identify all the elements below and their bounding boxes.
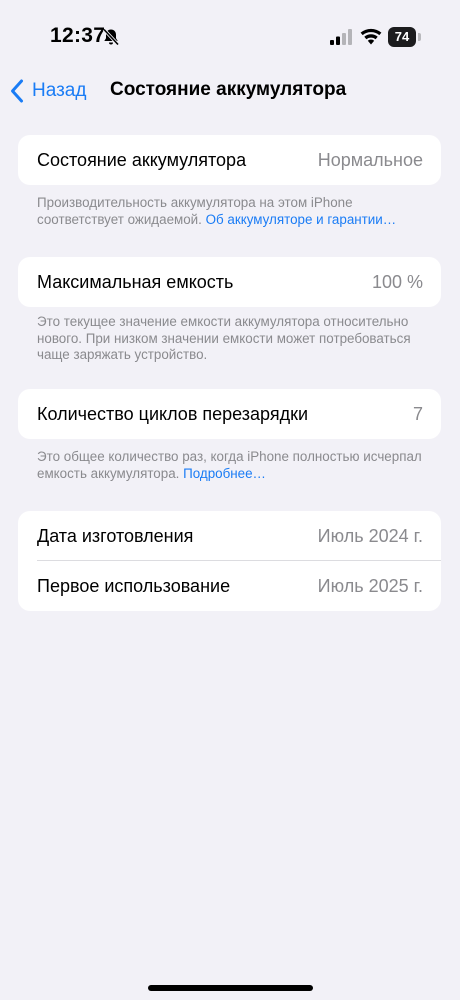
cellular-signal-icon — [330, 29, 352, 45]
status-bar: 12:37 74 — [0, 0, 460, 60]
first-use-value: Июль 2025 г. — [317, 576, 423, 596]
max-capacity-row: Максимальная емкость 100 % — [18, 257, 441, 307]
charge-cycles-card: Количество циклов перезарядки 7 — [18, 389, 441, 439]
battery-health-label: Состояние аккумулятора — [37, 150, 247, 170]
charge-cycles-row: Количество циклов перезарядки 7 — [18, 389, 441, 439]
charge-cycles-label: Количество циклов перезарядки — [37, 404, 309, 424]
back-label: Назад — [32, 80, 87, 101]
max-capacity-value: 100 % — [371, 272, 423, 292]
max-capacity-label: Максимальная емкость — [37, 272, 234, 292]
status-time: 12:37 — [50, 24, 106, 47]
home-indicator[interactable] — [148, 985, 313, 991]
charge-cycles-footnote: Это общее количество раз, когда iPhone п… — [37, 449, 427, 482]
navigation-bar: Назад Состояние аккумулятора — [0, 66, 460, 116]
max-capacity-footnote: Это текущее значение емкости аккумулятор… — [37, 314, 411, 362]
dates-card: Дата изготовления Июль 2024 г. Первое ис… — [18, 511, 441, 611]
manufacture-date-value: Июль 2024 г. — [317, 526, 423, 546]
page-title: Состояние аккумулятора — [110, 79, 347, 100]
manufacture-date-row: Дата изготовления Июль 2024 г. — [18, 511, 441, 561]
battery-health-footnote: Производительность аккумулятора на этом … — [37, 195, 427, 228]
about-battery-warranty-link[interactable]: Об аккумуляторе и гарантии… — [206, 212, 397, 227]
back-button[interactable]: Назад — [8, 77, 86, 105]
wifi-icon — [360, 28, 382, 45]
bell-slash-icon — [102, 28, 120, 46]
first-use-row: Первое использование Июль 2025 г. — [18, 561, 441, 611]
first-use-label: Первое использование — [37, 576, 231, 596]
battery-health-card: Состояние аккумулятора Нормальное — [18, 135, 441, 185]
battery-icon: 74 — [388, 27, 422, 47]
manufacture-date-label: Дата изготовления — [37, 526, 194, 546]
battery-health-value: Нормальное — [317, 150, 423, 170]
max-capacity-card: Максимальная емкость 100 % — [18, 257, 441, 307]
charge-cycles-value: 7 — [412, 404, 423, 424]
battery-health-row: Состояние аккумулятора Нормальное — [18, 135, 441, 185]
chevron-left-icon — [11, 79, 23, 103]
learn-more-link[interactable]: Подробнее… — [183, 466, 266, 481]
battery-level: 74 — [388, 27, 416, 47]
